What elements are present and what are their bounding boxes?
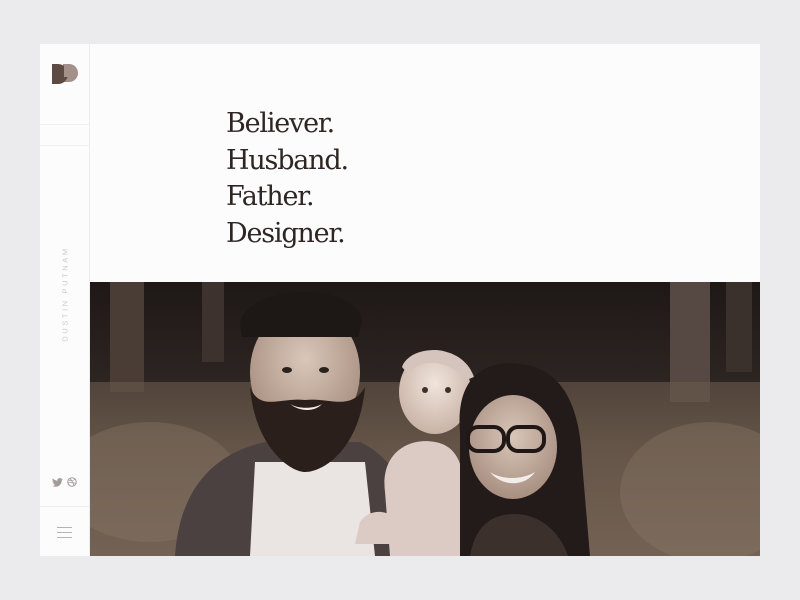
headline-line-believer: Believer.	[226, 108, 335, 139]
headline-line-designer: Designer.	[226, 217, 346, 249]
dribbble-icon	[67, 477, 77, 487]
hamburger-menu-icon[interactable]	[57, 526, 72, 538]
twitter-icon	[52, 478, 63, 487]
portfolio-frame: DUSTIN PUTNAM Believer. Husband. Father.…	[40, 44, 760, 556]
headline-line-husband: Husband.	[226, 144, 349, 176]
owner-name-vertical: DUSTIN PUTNAM	[60, 246, 70, 342]
social-links	[52, 474, 77, 492]
hero-headline: Believer. Husband. Father. Designer.	[226, 106, 349, 252]
dribbble-link[interactable]	[67, 474, 77, 492]
sidebar-divider	[40, 145, 89, 146]
sidebar-divider	[40, 124, 89, 125]
dp-logo-mark	[52, 64, 78, 84]
dp-logo[interactable]	[52, 63, 80, 85]
headline-line-father: Father.	[226, 181, 315, 212]
twitter-link[interactable]	[52, 474, 63, 492]
sidebar: DUSTIN PUTNAM	[40, 44, 90, 556]
menu-area	[40, 506, 89, 556]
family-photo	[90, 282, 760, 556]
